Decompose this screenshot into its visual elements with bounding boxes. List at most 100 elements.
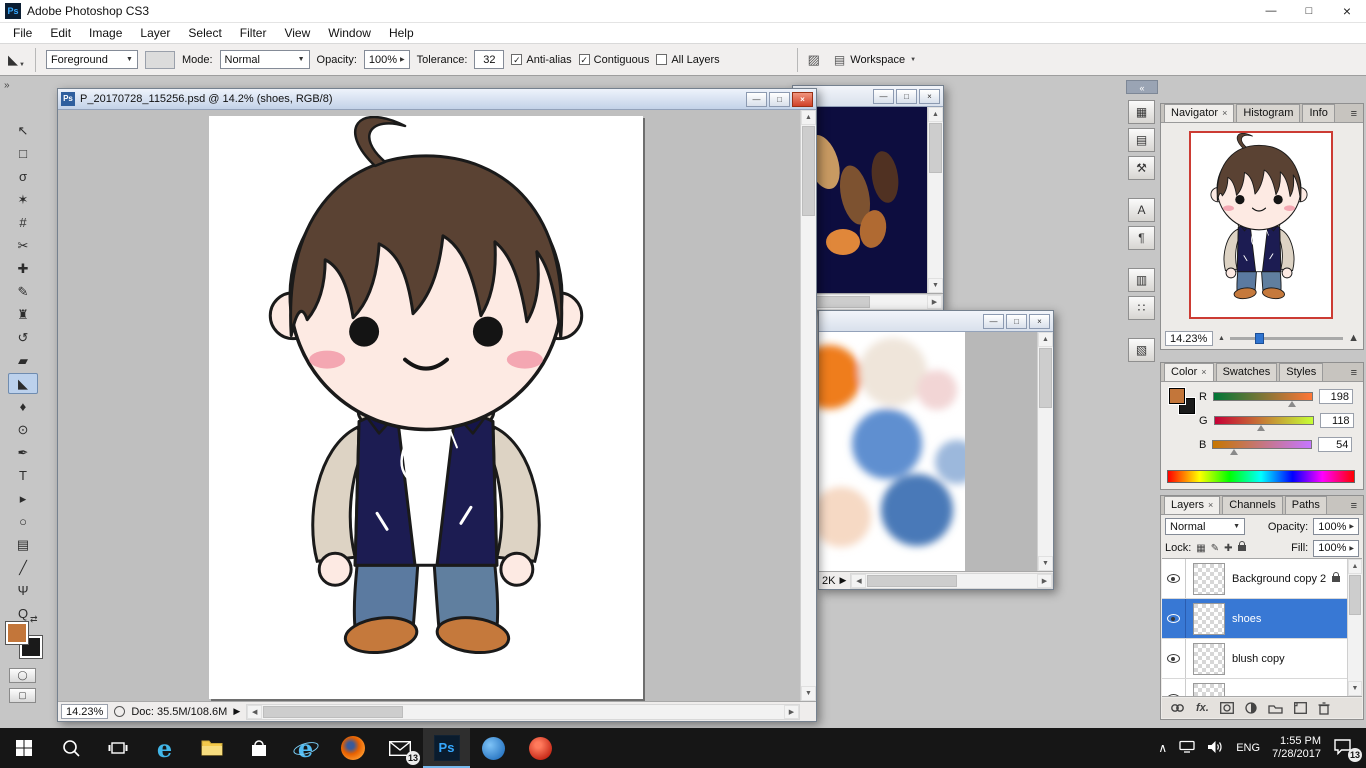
tool-brush[interactable]: ✎ [8,281,38,302]
fill-source-select[interactable]: Foreground ▼ [46,50,138,69]
tab-swatches[interactable]: Swatches [1216,363,1278,381]
red-app-icon[interactable] [517,728,564,768]
tool-crop[interactable]: # [8,212,38,233]
lock-transparency-icon[interactable]: ▦ [1196,543,1205,554]
minimize-button[interactable]: — [873,89,894,104]
document-window-main[interactable]: Ps P_20170728_115256.psd @ 14.2% (shoes,… [57,88,817,722]
green-slider-thumb[interactable] [1257,425,1265,431]
tool-hand[interactable]: Ψ [8,580,38,601]
horizontal-scrollbar[interactable]: ◀ ▶ [246,704,800,720]
visibility-toggle[interactable] [1162,679,1186,697]
layer-row-background-copy-2[interactable]: Background copy 2 [1162,559,1362,599]
add-layer-mask-icon[interactable] [1220,702,1234,714]
menu-view[interactable]: View [275,24,319,42]
status-menu-icon[interactable]: ▶ [233,706,240,717]
restore-button[interactable]: □ [769,92,790,107]
layer-thumbnail[interactable] [1193,603,1225,635]
canvas-area[interactable]: ▲ ▼ [58,110,816,701]
new-layer-icon[interactable] [1294,702,1307,714]
menu-select[interactable]: Select [179,24,230,42]
document-window-3[interactable]: — □ × ▲ ▼ [818,310,1054,590]
zoom-slider[interactable] [1230,337,1343,340]
scroll-down-icon[interactable]: ▼ [801,686,816,701]
menu-image[interactable]: Image [80,24,131,42]
delete-layer-icon[interactable] [1318,702,1330,715]
layer-name[interactable]: blush copy [1232,653,1285,665]
clock[interactable]: 1:55 PM 7/28/2017 [1272,735,1321,761]
layer-name[interactable]: Background copy 2 [1232,573,1326,585]
layer-row-shoes[interactable]: shoes [1162,599,1362,639]
file-explorer-icon[interactable] [188,728,235,768]
mail-icon[interactable]: 13 [376,728,423,768]
tool-blur[interactable]: ♦ [8,396,38,417]
workspace-button[interactable]: ▤ Workspace ▼ [827,50,923,70]
red-slider[interactable] [1213,392,1313,401]
visibility-toggle[interactable] [1162,639,1186,678]
menu-file[interactable]: File [4,24,41,42]
lock-all-icon[interactable] [1238,545,1246,551]
layer-thumbnail[interactable] [1193,563,1225,595]
menu-edit[interactable]: Edit [41,24,80,42]
tool-dodge[interactable]: ⊙ [8,419,38,440]
zoom-in-icon[interactable]: ▲ [1348,332,1359,344]
menu-window[interactable]: Window [319,24,380,42]
layer-thumbnail[interactable] [1193,683,1225,698]
scrollbar-thumb[interactable] [1039,348,1052,408]
tool-clone-stamp[interactable]: ♜ [8,304,38,325]
scrollbar-thumb[interactable] [802,126,815,216]
tool-healing-brush[interactable]: ✚ [8,258,38,279]
start-button[interactable] [0,728,47,768]
dock-icon-character[interactable]: A [1128,198,1155,222]
mode-select[interactable]: Normal ▼ [220,50,310,69]
canvas-page[interactable] [209,116,643,699]
menu-filter[interactable]: Filter [231,24,276,42]
scroll-up-icon[interactable]: ▲ [801,110,816,125]
pattern-picker[interactable] [145,51,175,69]
anti-alias-checkbox[interactable]: ✓ [511,54,522,65]
lock-pixels-icon[interactable]: ✎ [1211,543,1219,554]
layer-opacity-field[interactable]: 100% ▶ [1313,518,1359,535]
tool-eyedropper[interactable]: ╱ [8,557,38,578]
tool-notes[interactable]: ▤ [8,534,38,555]
maximize-button[interactable]: □ [896,89,917,104]
dock-icon-histogram[interactable]: ∷ [1128,296,1155,320]
navigator-proxy-view[interactable] [1191,133,1331,317]
contiguous-checkbox[interactable]: ✓ [579,54,590,65]
scrollbar-thumb[interactable] [929,123,942,173]
quick-mask-button[interactable]: ◯ [9,668,36,683]
zoom-level-field[interactable]: 14.23% [61,704,108,719]
media-player-icon[interactable] [470,728,517,768]
scrollbar-thumb[interactable] [263,706,403,718]
maximize-button[interactable]: □ [1006,314,1027,329]
horizontal-scrollbar[interactable]: ◀ ▶ [850,573,1053,589]
tab-info[interactable]: Info [1302,104,1334,122]
scrollbar-thumb[interactable] [867,575,957,587]
blue-slider[interactable] [1212,440,1312,449]
layer-fill-field[interactable]: 100% ▶ [1313,540,1359,557]
scroll-right-icon[interactable]: ▶ [784,705,799,719]
tab-navigator[interactable]: Navigator × [1164,104,1234,122]
scroll-down-icon[interactable]: ▼ [928,278,943,293]
close-button[interactable]: × [919,89,940,104]
foreground-color-swatch[interactable] [6,622,28,644]
minimize-button[interactable]: — [746,92,767,107]
tab-layers[interactable]: Layers × [1164,496,1220,514]
store-icon[interactable] [235,728,282,768]
tab-channels[interactable]: Channels [1222,496,1282,514]
panel-menu-icon[interactable]: ≡ [1348,108,1360,122]
canvas-area[interactable]: ▲ ▼ [819,332,1053,571]
foreground-color-swatch[interactable] [1169,388,1185,404]
tool-history-brush[interactable]: ↺ [8,327,38,348]
tool-lasso[interactable]: σ [8,166,38,187]
tool-slice[interactable]: ✂ [8,235,38,256]
layer-row-partial[interactable] [1162,679,1362,697]
color-ramp[interactable] [1167,470,1355,483]
task-view-button[interactable] [94,728,141,768]
new-adjustment-layer-icon[interactable] [1245,702,1257,714]
blue-value-field[interactable]: 54 [1318,437,1352,452]
zoom-out-icon[interactable]: ▲ [1218,335,1225,342]
layer-style-icon[interactable]: fx. [1196,702,1209,714]
layer-thumbnail[interactable] [1193,643,1225,675]
vertical-scrollbar[interactable]: ▲ ▼ [1037,332,1053,571]
blue-slider-thumb[interactable] [1230,449,1238,455]
